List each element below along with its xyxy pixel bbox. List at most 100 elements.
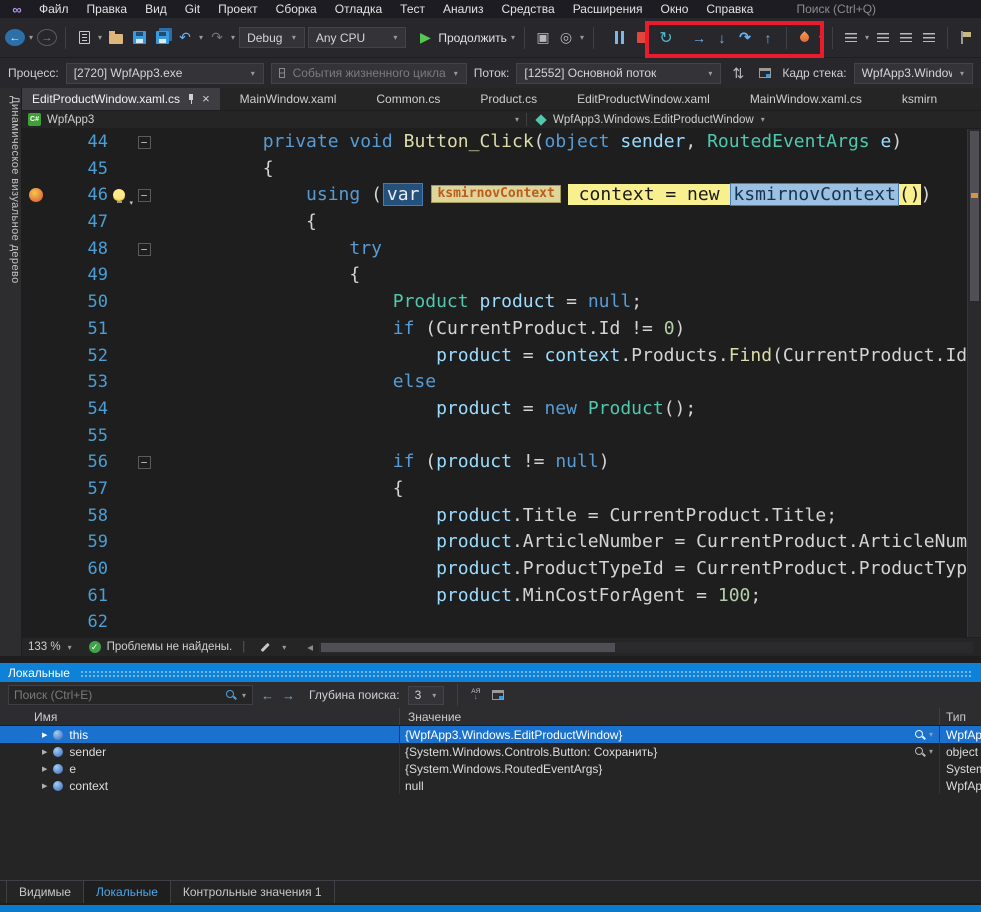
stop-button[interactable]	[633, 26, 653, 50]
search-icon[interactable]	[225, 689, 237, 701]
continue-button[interactable]: ▶	[415, 26, 435, 50]
menu-item[interactable]: Вид	[136, 1, 176, 17]
navigate-back-caret-icon[interactable]: ▾	[29, 33, 33, 42]
code-text[interactable]: try	[156, 236, 967, 263]
fold-marker-icon[interactable]: −	[138, 456, 151, 469]
locals-title-bar[interactable]: Локальные	[0, 663, 981, 682]
step-into-button[interactable]: ↓	[712, 26, 732, 50]
thread-updown-icon[interactable]: ⇅	[728, 61, 748, 85]
document-tab[interactable]: MainWindow.xaml.cs	[730, 88, 882, 110]
zoom-caret-icon[interactable]: ▾	[68, 643, 72, 652]
panel-tab[interactable]: Видимые	[6, 881, 84, 903]
locals-row-sender[interactable]: ▶sender{System.Windows.Controls.Button: …	[0, 743, 981, 760]
document-tab[interactable]: Product.cs	[460, 88, 557, 110]
code-text[interactable]: using (varksmirnovContext context = new …	[156, 182, 967, 209]
code-text[interactable]: {	[156, 209, 967, 236]
quick-search[interactable]: Поиск (Ctrl+Q)	[796, 2, 876, 16]
bookmark-flag-button[interactable]	[956, 26, 976, 50]
code-map-caret-icon[interactable]: ▾	[865, 33, 869, 42]
pin-icon[interactable]	[187, 93, 195, 105]
locals-row-this[interactable]: ▶this{WpfApp3.Windows.EditProductWindow}…	[0, 726, 981, 743]
edit-indicator-caret-icon[interactable]: ▾	[282, 643, 286, 652]
locals-search-input[interactable]	[14, 688, 221, 702]
new-file-button[interactable]	[74, 26, 94, 50]
zoom-combo[interactable]: 133 %	[28, 641, 61, 653]
diagnostics-caret-icon[interactable]: ▾	[580, 33, 584, 42]
vertical-tab-dynamic-visual-tree[interactable]: Динамическое визуальное дерево	[0, 88, 22, 656]
breakpoint-icon[interactable]	[29, 188, 43, 202]
code-text[interactable]: product.MinCostForAgent = 100;	[156, 583, 967, 610]
breadcrumb-class-combo[interactable]: WpfApp3.Windows.EditProductWindow ▾	[527, 114, 981, 126]
menu-item[interactable]: Проект	[209, 1, 267, 17]
pause-button[interactable]	[610, 26, 630, 50]
save-all-button[interactable]	[152, 26, 172, 50]
column-header-name[interactable]: Имя	[0, 708, 400, 725]
document-tab[interactable]: Common.cs	[356, 88, 460, 110]
locals-row-context[interactable]: ▶contextnullWpfApp	[0, 777, 981, 794]
indent-decrease-button[interactable]	[896, 26, 916, 50]
menu-item[interactable]: Файл	[30, 1, 78, 17]
navigate-back-button[interactable]: ←	[5, 29, 25, 46]
hot-reload-button[interactable]	[795, 26, 815, 50]
code-text[interactable]: {	[156, 262, 967, 289]
hscroll-left-arrow[interactable]: ◂	[307, 640, 313, 654]
code-text[interactable]: private void Button_Click(object sender,…	[156, 129, 967, 156]
locals-search-box[interactable]: ▾	[8, 685, 253, 705]
menu-item[interactable]: Анализ	[434, 1, 493, 17]
menu-item[interactable]: Тест	[391, 1, 434, 17]
value-magnifier-button[interactable]: ▾	[914, 746, 934, 758]
search-next-button[interactable]: →	[282, 688, 295, 703]
output-button[interactable]	[873, 26, 893, 50]
diagnostics-icon[interactable]: ◎	[556, 26, 576, 50]
redo-button[interactable]: ↷	[207, 26, 227, 50]
code-text[interactable]: if (CurrentProduct.Id != 0)	[156, 316, 967, 343]
step-over-button[interactable]: ↷	[735, 26, 755, 50]
hot-reload-caret-icon[interactable]: ▾	[819, 33, 823, 42]
code-editor[interactable]: 44− private void Button_Click(object sen…	[22, 129, 981, 637]
menu-item[interactable]: Средства	[493, 1, 564, 17]
scrollbar-thumb[interactable]	[970, 131, 979, 301]
code-text[interactable]	[156, 423, 967, 450]
menu-item[interactable]: Справка	[697, 1, 762, 17]
menu-item[interactable]: Отладка	[326, 1, 391, 17]
save-button[interactable]	[129, 26, 149, 50]
search-caret-icon[interactable]: ▾	[242, 691, 246, 700]
code-map-button[interactable]	[841, 26, 861, 50]
fold-marker-icon[interactable]: −	[138, 189, 151, 202]
restart-button[interactable]: ↻	[656, 26, 676, 50]
document-tab[interactable]: MainWindow.xaml	[220, 88, 357, 110]
column-header-type[interactable]: Тип	[940, 710, 981, 724]
menu-item[interactable]: Git	[176, 1, 209, 17]
editor-vertical-scrollbar[interactable]	[967, 129, 981, 637]
panel-tab[interactable]: Контрольные значения 1	[171, 881, 335, 903]
expander-icon[interactable]: ▶	[42, 765, 47, 773]
code-text[interactable]: product.ProductTypeId = CurrentProduct.P…	[156, 556, 967, 583]
menu-item[interactable]: Окно	[651, 1, 697, 17]
open-file-button[interactable]	[106, 26, 126, 50]
panel-splitter[interactable]	[0, 656, 981, 663]
sort-button[interactable]: АЯ ↓	[471, 689, 480, 701]
locals-row-e[interactable]: ▶e{System.Windows.RoutedEventArgs}System…	[0, 760, 981, 777]
code-text[interactable]: product = context.Products.Find(CurrentP…	[156, 343, 967, 370]
code-text[interactable]: product.Title = CurrentProduct.Title;	[156, 503, 967, 530]
code-text[interactable]: product = new Product();	[156, 396, 967, 423]
thread-combo[interactable]: [12552] Основной поток ▾	[516, 63, 721, 84]
value-magnifier-button[interactable]: ▾	[914, 729, 934, 741]
menu-item[interactable]: Сборка	[267, 1, 326, 17]
code-text[interactable]: else	[156, 369, 967, 396]
scrollbar-thumb[interactable]	[321, 643, 615, 652]
code-text[interactable]: {	[156, 156, 967, 183]
search-prev-button[interactable]: ←	[261, 688, 274, 703]
code-text[interactable]: {	[156, 476, 967, 503]
continue-caret-icon[interactable]: ▾	[511, 33, 515, 42]
lightbulb-icon[interactable]	[113, 189, 125, 201]
panel-tab[interactable]: Локальные	[84, 881, 171, 903]
snapshot-icon[interactable]: ▣	[533, 26, 553, 50]
thread-columns-button[interactable]	[755, 61, 775, 85]
expander-icon[interactable]: ▶	[42, 748, 47, 756]
document-tab[interactable]: ksmirn	[882, 88, 957, 110]
columns-button[interactable]	[488, 683, 508, 707]
document-tab[interactable]: EditProductWindow.xaml	[557, 88, 730, 110]
expander-icon[interactable]: ▶	[42, 782, 47, 790]
code-text[interactable]: if (product != null)	[156, 449, 967, 476]
